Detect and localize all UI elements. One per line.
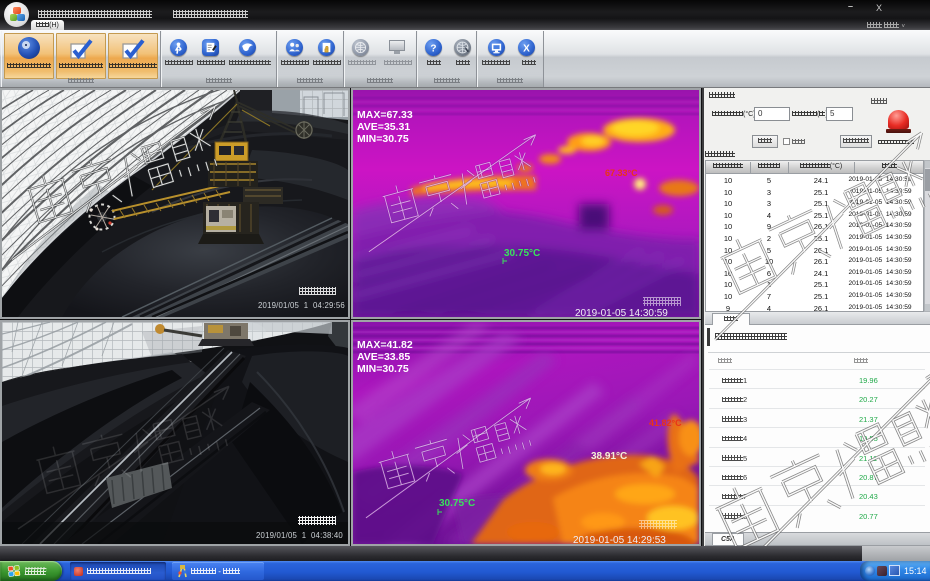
svg-text:X: X <box>523 43 530 54</box>
svg-text:AVE=35.31: AVE=35.31 <box>357 121 410 133</box>
svg-text:38.91°C: 38.91°C <box>591 451 627 462</box>
svg-text:2019-01-05 14:30:59: 2019-01-05 14:30:59 <box>575 308 668 319</box>
svg-text:2019/01/05 1 04:29:56: 2019/01/05 1 04:29:56 <box>258 301 345 310</box>
svg-text:MIN=30.75: MIN=30.75 <box>357 363 409 375</box>
svg-text:67.33°C: 67.33°C <box>605 168 638 178</box>
svg-text:MAX=41.82: MAX=41.82 <box>357 339 413 351</box>
svg-text:30.75°C: 30.75°C <box>504 248 540 259</box>
svg-text:AVE=33.85: AVE=33.85 <box>357 351 410 363</box>
svg-text:MAX=67.33: MAX=67.33 <box>357 109 413 121</box>
svg-text:30.75°C: 30.75°C <box>439 498 475 509</box>
svg-text:2019-01-05 14:29:53: 2019-01-05 14:29:53 <box>573 535 666 546</box>
svg-text:41.82°C: 41.82°C <box>649 418 682 428</box>
svg-text:2019/01/05 1 04:38:40: 2019/01/05 1 04:38:40 <box>256 531 343 540</box>
svg-text:MIN=30.75: MIN=30.75 <box>357 133 409 145</box>
svg-text:?: ? <box>430 43 436 54</box>
